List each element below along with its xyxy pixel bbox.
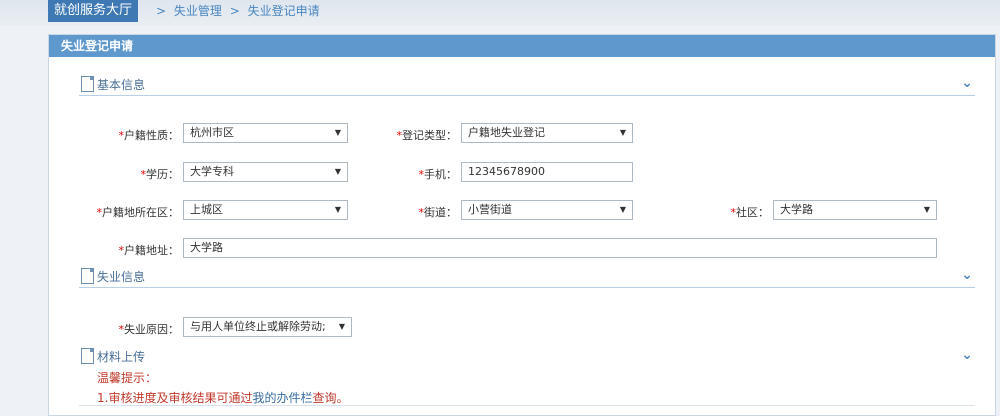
breadcrumb-separator: > [156,4,167,18]
triangle-down-icon: ▼ [923,205,930,214]
reason-select[interactable]: 与用人单位终止或解除劳动; ▼ [183,317,352,337]
tip-title: 温馨提示： [97,371,158,385]
registration-type-label: *登记类型： [396,129,458,142]
triangle-down-icon: ▼ [619,205,626,214]
triangle-down-icon: ▼ [338,322,345,331]
chevron-down-icon[interactable]: ⌄ [961,347,973,363]
huji-district-label: *户籍地所在区： [96,206,180,219]
reason-label: *失业原因： [118,323,180,336]
breadcrumb-separator: > [229,4,240,18]
phone-label: *手机： [418,168,458,181]
document-icon [81,76,94,92]
section-title: 失业信息 [97,270,146,284]
service-hall-title[interactable]: 就创服务大厅 [48,0,139,22]
huji-district-select[interactable]: 上城区 ▼ [183,200,348,220]
triangle-down-icon: ▼ [334,205,341,214]
section-basic-info[interactable]: 基本信息 ⌄ [79,73,975,96]
street-select[interactable]: 小营街道 ▼ [461,200,633,220]
chevron-down-icon[interactable]: ⌄ [961,267,973,283]
huji-address-label: *户籍地址： [118,244,180,257]
street-label: *街道： [418,206,458,219]
divider [79,405,975,406]
phone-input[interactable]: 12345678900 [461,162,633,182]
registration-type-select[interactable]: 户籍地失业登记 ▼ [461,123,633,143]
education-label: *学历： [140,168,180,181]
tip-text-end: 查询。 [312,391,349,405]
section-title: 基本信息 [97,78,146,92]
document-icon [81,348,94,364]
huji-type-label: *户籍性质： [118,129,180,142]
application-panel: 失业登记申请 基本信息 ⌄ *户籍性质： 杭州市区 ▼ *登记类型： 户籍地失业登… [48,34,996,416]
community-label: *社区： [730,206,770,219]
triangle-down-icon: ▼ [619,128,626,137]
top-bar: 就创服务大厅 > 失业管理 > 失业登记申请 [0,0,1000,26]
section-unemployment-info[interactable]: 失业信息 ⌄ [79,265,975,288]
breadcrumb: > 失业管理 > 失业登记申请 [156,0,324,22]
my-cases-link[interactable]: 我的办件栏 [252,391,312,405]
triangle-down-icon: ▼ [334,167,341,176]
chevron-down-icon[interactable]: ⌄ [961,75,973,91]
section-materials-upload[interactable]: 材料上传 ⌄ [79,345,975,367]
tip-line: 1.审核进度及审核结果可通过我的办件栏查询。 [97,389,348,406]
section-title: 材料上传 [97,350,146,364]
education-select[interactable]: 大学专科 ▼ [183,162,348,182]
panel-title: 失业登记申请 [49,35,995,57]
community-select[interactable]: 大学路 ▼ [773,200,937,220]
huji-type-select[interactable]: 杭州市区 ▼ [183,123,348,143]
breadcrumb-unemployment-management[interactable]: 失业管理 [174,4,222,18]
huji-address-input[interactable]: 大学路 [183,238,937,258]
document-icon [81,268,94,284]
tip-text: 1.审核进度及审核结果可通过 [97,391,253,405]
triangle-down-icon: ▼ [334,128,341,137]
breadcrumb-unemployment-registration: 失业登记申请 [247,4,320,18]
